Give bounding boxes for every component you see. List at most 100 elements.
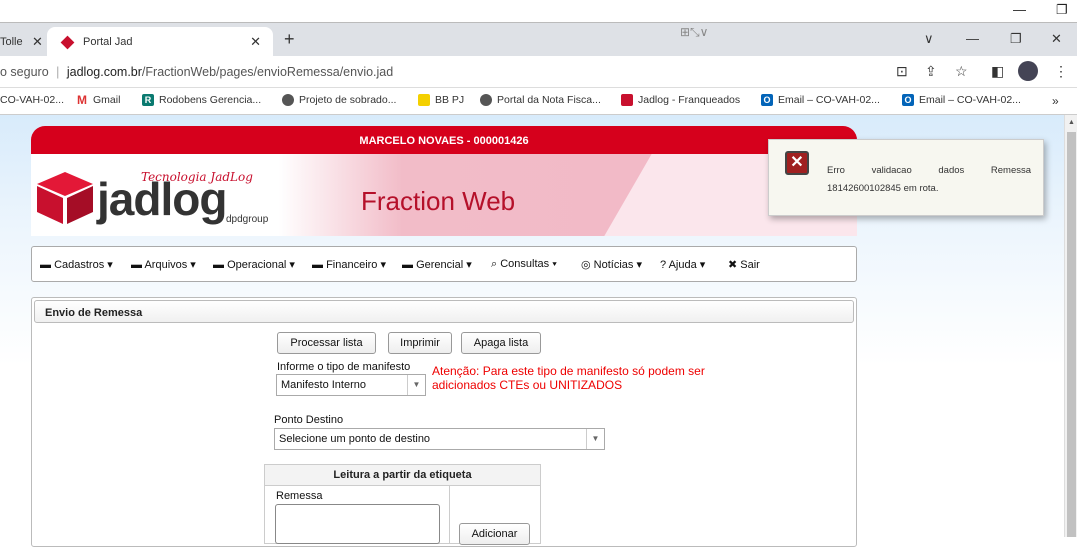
menu-label: Arquivos ▾	[144, 259, 196, 271]
outlook-icon: O	[761, 94, 773, 106]
error-word: validacao	[871, 165, 912, 176]
bookmark-item[interactable]: Jadlog - Franqueados	[621, 94, 740, 106]
gmail-icon: M	[77, 93, 87, 107]
menu-ajuda[interactable]: ? Ajuda ▾	[660, 258, 705, 271]
profile-avatar[interactable]	[1018, 61, 1038, 81]
app-title: Fraction Web	[361, 186, 516, 216]
folder-icon: ▬	[40, 259, 55, 271]
translate-icon[interactable]: ⊡	[896, 63, 908, 80]
panel-title: Envio de Remessa	[34, 300, 854, 323]
tab-label: Portal Jad	[83, 36, 133, 48]
bookmarks-bar: CO-VAH-02... M Gmail R Rodobens Gerencia..…	[0, 88, 1077, 115]
menu-label: Sair	[740, 259, 760, 271]
folder-icon: ▬	[312, 259, 327, 271]
globe-icon	[282, 94, 294, 106]
menu-gerencial[interactable]: ▬ Gerencial ▾	[402, 258, 472, 271]
side-panel-icon[interactable]: ◧	[991, 63, 1004, 80]
menu-consultas[interactable]: ⌕ Consultas ▾	[491, 258, 557, 271]
label-reading-title: Leitura a partir da etiqueta	[265, 465, 540, 486]
os-restore-button[interactable]: ❐	[1056, 2, 1068, 18]
bookmark-label: BB PJ	[435, 94, 465, 106]
bookmark-item[interactable]: Projeto de sobrado...	[282, 94, 396, 106]
menu-label: Gerencial ▾	[416, 259, 472, 271]
tab-tolle[interactable]: Tolle ✕	[0, 27, 46, 57]
new-tab-button[interactable]: +	[284, 29, 295, 50]
tab-search-button[interactable]: ∨	[924, 31, 934, 47]
error-message-line2: 18142600102845 em rota.	[827, 183, 939, 194]
menu-label: Consultas ▾	[500, 258, 557, 270]
bookmark-label: Jadlog - Franqueados	[638, 94, 741, 106]
logo-tagline: Tecnologia JadLog	[141, 170, 253, 184]
bookmarks-overflow-button[interactable]: »	[1052, 94, 1059, 108]
window-minimize-button[interactable]: —	[966, 31, 979, 46]
close-icon: ✖	[728, 259, 741, 271]
menu-label: Cadastros ▾	[54, 259, 113, 271]
tab-label: Tolle	[0, 36, 23, 48]
bookmark-label: Gmail	[93, 94, 121, 106]
tab-close-icon[interactable]: ✕	[250, 34, 261, 50]
bookmark-item[interactable]: M Gmail	[76, 94, 120, 106]
folder-icon: ▬	[213, 259, 228, 271]
os-titlebar: — ❐	[0, 0, 1077, 22]
news-icon: ◎	[581, 259, 594, 271]
chevron-down-icon: ▼	[407, 375, 425, 395]
os-minimize-button[interactable]: —	[1013, 2, 1026, 17]
bookmark-item[interactable]: CO-VAH-02...	[0, 94, 64, 106]
address-bar[interactable]: o seguro | jadlog.com.br/FractionWeb/pag…	[0, 56, 1077, 88]
manifest-warning: Atenção: Para este tipo de manifesto só …	[432, 364, 705, 392]
bookmark-item[interactable]: BB PJ	[418, 94, 464, 106]
menu-kebab-icon[interactable]: ⋮	[1054, 63, 1068, 80]
bookmark-item[interactable]: Portal da Nota Fisca...	[480, 94, 601, 106]
error-word: Remessa	[990, 165, 1032, 176]
divider	[449, 486, 450, 544]
bookmark-star-icon[interactable]: ☆	[955, 63, 968, 80]
browser-tabstrip: Tolle ✕ Portal Jad ✕ + ⊞⤡∨ ∨ — ❐ ✕	[0, 22, 1077, 57]
bookmark-item[interactable]: O Email – CO-VAH-02...	[761, 94, 880, 106]
bookmark-item[interactable]: R Rodobens Gerencia...	[142, 94, 261, 106]
remessa-textarea[interactable]	[275, 504, 440, 544]
error-word: dados	[938, 165, 965, 176]
folder-icon: ▬	[402, 259, 417, 271]
scroll-up-icon[interactable]: ▲	[1068, 119, 1075, 126]
scrollbar-thumb[interactable]	[1067, 132, 1076, 537]
menu-sair[interactable]: ✖ Sair	[728, 258, 760, 271]
tab-portal-jad[interactable]: Portal Jad ✕	[47, 27, 273, 57]
bookmark-label: Email – CO-VAH-02...	[778, 94, 880, 106]
header-banner: jadlog Tecnologia JadLog dpdgroup Fracti…	[31, 154, 857, 236]
share-icon[interactable]: ⇪	[925, 63, 937, 80]
menu-noticias[interactable]: ◎ Notícias ▾	[581, 258, 642, 271]
bookmark-label: Portal da Nota Fisca...	[497, 94, 601, 106]
url-text[interactable]: o seguro | jadlog.com.br/FractionWeb/pag…	[0, 65, 393, 79]
menu-financeiro[interactable]: ▬ Financeiro ▾	[312, 258, 386, 271]
error-close-icon[interactable]: ✕	[785, 151, 809, 175]
bookmark-label: Projeto de sobrado...	[299, 94, 397, 106]
add-button[interactable]: Adicionar	[459, 523, 530, 545]
menu-label: Ajuda ▾	[668, 259, 706, 271]
menu-operacional[interactable]: ▬ Operacional ▾	[213, 258, 295, 271]
menu-cadastros[interactable]: ▬ Cadastros ▾	[40, 258, 113, 271]
tab-close-icon[interactable]: ✕	[32, 34, 43, 50]
clear-list-button[interactable]: Apaga lista	[461, 332, 541, 354]
outlook-icon: O	[902, 94, 914, 106]
menu-label: Financeiro ▾	[326, 259, 386, 271]
print-button[interactable]: Imprimir	[388, 332, 452, 354]
folder-icon: ▬	[131, 259, 145, 271]
security-label: o seguro	[0, 65, 49, 79]
user-banner: MARCELO NOVAES - 000001426	[31, 126, 857, 154]
bookmark-label: Email – CO-VAH-02...	[919, 94, 1021, 106]
manifest-type-select[interactable]: Manifesto Interno ▼	[276, 374, 426, 396]
error-message-line1: Erro validacao dados Remessa	[827, 160, 1031, 182]
snap-layout-icon[interactable]: ⊞⤡∨	[680, 25, 708, 40]
process-list-button[interactable]: Processar lista	[277, 332, 376, 354]
destination-select[interactable]: Selecione um ponto de destino ▼	[274, 428, 605, 450]
url-host: jadlog.com.br	[66, 65, 142, 79]
menu-arquivos[interactable]: ▬ Arquivos ▾	[131, 258, 196, 271]
scrollbar[interactable]: ▲	[1064, 115, 1077, 537]
dpd-group-label: dpdgroup	[226, 214, 269, 225]
window-maximize-button[interactable]: ❐	[1010, 31, 1022, 47]
manifest-type-value: Manifesto Interno	[281, 379, 366, 391]
window-close-button[interactable]: ✕	[1051, 31, 1062, 47]
chevron-down-icon: ▼	[586, 429, 604, 449]
bookmark-item[interactable]: O Email – CO-VAH-02...	[902, 94, 1021, 106]
destination-value: Selecione um ponto de destino	[279, 433, 431, 445]
